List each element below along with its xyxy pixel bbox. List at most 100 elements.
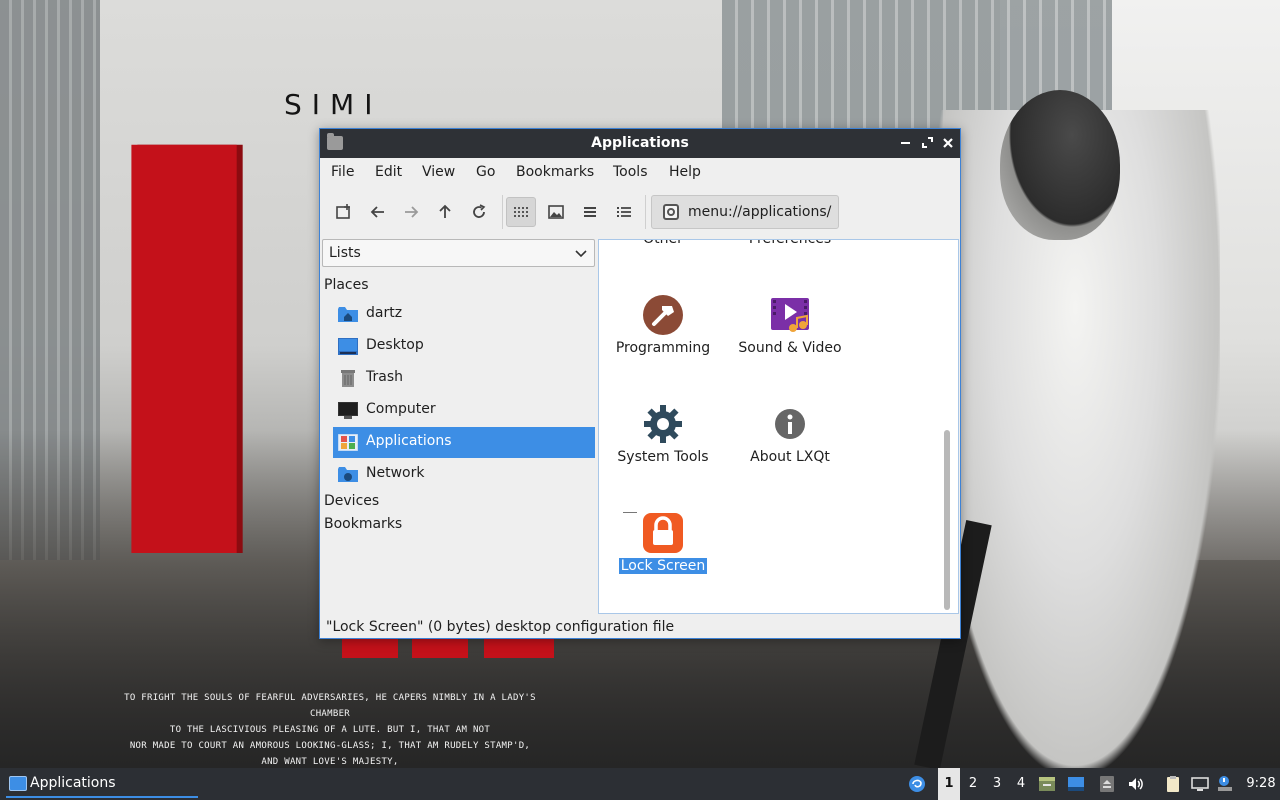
sidebar-item-label: Trash	[366, 369, 403, 385]
toolbar-separator	[502, 195, 503, 229]
close-button[interactable]	[939, 134, 957, 152]
wallpaper-caption: TO FRIGHT THE SOULS OF FEARFUL ADVERSARI…	[120, 690, 540, 768]
sidebar-item-dartz[interactable]: dartz	[333, 299, 595, 330]
reload-icon	[473, 204, 486, 218]
forward-button[interactable]	[396, 197, 426, 227]
icon-item-label: System Tools	[617, 449, 709, 465]
sidebar-item-computer[interactable]: Computer	[333, 395, 595, 426]
back-icon	[370, 206, 384, 218]
wallpaper-person-head	[1000, 90, 1120, 240]
removable-media-icon[interactable]	[1098, 775, 1116, 793]
menu-edit[interactable]: Edit	[375, 164, 402, 180]
screen-icon[interactable]	[1191, 775, 1209, 793]
location-bar[interactable]: menu://applications/	[651, 195, 839, 229]
wallpaper-red-bar	[412, 636, 468, 658]
menubar: File Edit View Go Bookmarks Tools Help	[320, 158, 960, 187]
sidebar-item-applications[interactable]: Applications	[333, 427, 595, 458]
devices-header[interactable]: Devices	[324, 493, 379, 509]
compact-view-button[interactable]	[575, 197, 605, 227]
caption-line: NOR MADE TO COURT AN AMOROUS LOOKING-GLA…	[129, 741, 531, 767]
maximize-button[interactable]	[919, 134, 937, 152]
clipboard-icon[interactable]	[1164, 775, 1182, 793]
vertical-scrollbar[interactable]	[942, 240, 952, 613]
icon-item-system-tools[interactable]: System Tools	[599, 403, 727, 473]
location-path[interactable]: menu://applications/	[688, 204, 831, 220]
menu-go[interactable]: Go	[476, 164, 495, 180]
window-list-icon[interactable]	[1067, 775, 1085, 793]
compact-view-icon	[584, 207, 596, 217]
minimize-button[interactable]	[897, 134, 915, 152]
sidebar-item-label: Applications	[366, 433, 452, 449]
wallpaper-red-bar	[484, 636, 554, 658]
computer-icon	[338, 402, 358, 419]
places-header[interactable]: Places	[324, 277, 369, 293]
gear-icon	[644, 405, 682, 443]
taskbar-task-label: Applications	[30, 775, 116, 791]
up-button[interactable]	[430, 197, 460, 227]
detailed-list-button[interactable]	[609, 197, 639, 227]
caption-line: TO THE LASCIVIOUS PLEASING OF A LUTE. BU…	[169, 725, 491, 735]
scrollbar-thumb[interactable]	[944, 430, 950, 610]
clock[interactable]: 9:28	[1244, 768, 1278, 800]
thumbnail-view-icon	[548, 205, 564, 219]
network-icon	[338, 467, 358, 482]
side-pane: Lists Places dartz Desktop Trash Compute…	[320, 239, 598, 617]
menu-help[interactable]: Help	[669, 164, 701, 180]
bookmarks-header[interactable]: Bookmarks	[324, 516, 402, 532]
icon-item-lock-screen[interactable]: Lock Screen	[599, 512, 727, 582]
menu-bookmarks[interactable]: Bookmarks	[516, 164, 594, 180]
reload-button[interactable]	[464, 197, 494, 227]
file-manager-window: Applications File Edit View Go Bookmarks…	[319, 128, 961, 639]
up-icon	[439, 204, 451, 218]
back-button[interactable]	[363, 197, 393, 227]
volume-icon[interactable]	[1127, 775, 1145, 793]
maximize-icon	[922, 137, 933, 148]
side-pane-mode-select[interactable]: Lists	[322, 239, 595, 267]
trash-icon	[341, 370, 355, 387]
icon-view[interactable]: Other Preferences Programming Sound & Vi…	[598, 239, 959, 614]
desktop-switch-1[interactable]: 1	[938, 768, 960, 800]
menu-tools[interactable]: Tools	[613, 164, 648, 180]
sidebar-item-network[interactable]: Network	[333, 459, 595, 490]
icon-item-other[interactable]: Other	[599, 239, 727, 247]
forward-icon	[405, 206, 419, 218]
icon-item-preferences[interactable]: Preferences	[726, 240, 854, 247]
sidebar-item-label: Network	[366, 465, 425, 481]
icon-item-label: Lock Screen	[618, 558, 708, 574]
sidebar-item-label: Desktop	[366, 337, 424, 353]
new-tab-icon	[336, 204, 350, 219]
applications-icon	[338, 434, 358, 451]
hammer-icon	[643, 295, 683, 335]
toolbar: menu://applications/	[320, 187, 960, 235]
icon-view-button[interactable]	[506, 197, 536, 227]
menu-view[interactable]: View	[422, 164, 455, 180]
close-icon	[943, 138, 953, 148]
multimedia-icon	[771, 298, 809, 332]
show-desktop-icon[interactable]	[1038, 775, 1056, 793]
lxqt-menu-icon[interactable]	[908, 775, 926, 793]
icon-item-sound-video[interactable]: Sound & Video	[726, 294, 854, 364]
notification-icon[interactable]	[1216, 775, 1234, 793]
menu-file[interactable]: File	[331, 164, 354, 180]
new-tab-button[interactable]	[329, 197, 359, 227]
location-icon	[663, 204, 679, 220]
icon-item-label: Programming	[615, 340, 711, 356]
desktop-switch-3[interactable]: 3	[986, 768, 1008, 800]
caption-line: TO FRIGHT THE SOULS OF FEARFUL ADVERSARI…	[124, 693, 536, 719]
chevron-down-icon	[575, 250, 587, 258]
icon-view-icon	[514, 207, 528, 217]
detailed-list-icon	[617, 207, 631, 217]
thumbnail-view-button[interactable]	[541, 197, 571, 227]
minimize-icon	[901, 142, 910, 144]
desktop-switch-4[interactable]: 4	[1010, 768, 1032, 800]
icon-item-programming[interactable]: Programming	[599, 294, 727, 364]
icon-item-about-lxqt[interactable]: About LXQt	[726, 403, 854, 473]
sidebar-item-desktop[interactable]: Desktop	[333, 331, 595, 362]
window-titlebar[interactable]: Applications	[320, 129, 960, 158]
folder-icon	[9, 776, 27, 791]
desktop-switch-2[interactable]: 2	[962, 768, 984, 800]
taskbar-task-applications[interactable]: Applications	[6, 770, 198, 798]
sidebar-item-trash[interactable]: Trash	[333, 363, 595, 394]
selection-indicator	[623, 512, 637, 513]
icon-item-label: Other	[643, 239, 683, 247]
